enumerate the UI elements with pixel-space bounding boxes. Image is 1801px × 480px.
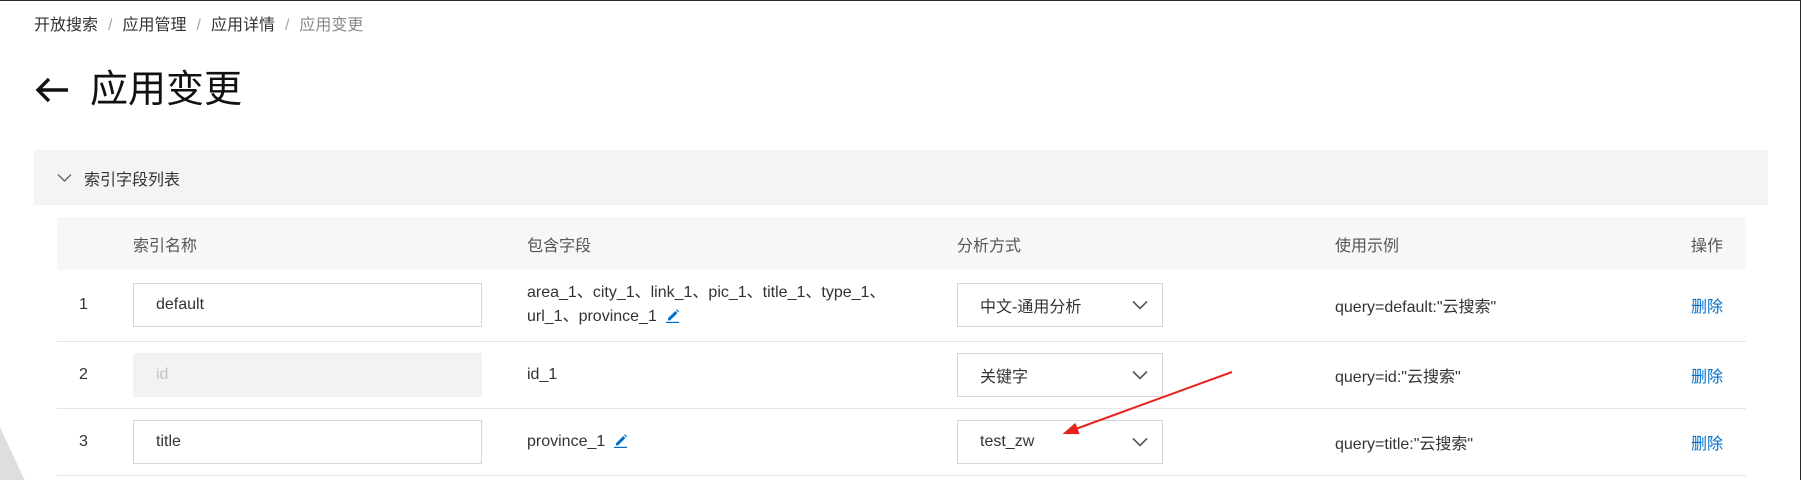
column-header-name: 索引名称 bbox=[133, 217, 527, 270]
pencil-icon[interactable] bbox=[665, 308, 680, 324]
breadcrumb-separator: / bbox=[196, 17, 201, 34]
index-name-cell bbox=[133, 408, 527, 476]
chevron-down-icon bbox=[1132, 437, 1148, 447]
column-header-action: 操作 bbox=[1691, 217, 1746, 270]
breadcrumb: 开放搜索 / 应用管理 / 应用详情 / 应用变更 bbox=[34, 16, 363, 36]
fields-line-with-edit: province_1 bbox=[527, 430, 957, 454]
breadcrumb-separator: / bbox=[108, 17, 113, 34]
action-cell: 删除 bbox=[1691, 341, 1746, 409]
fields-list: province_1 bbox=[527, 430, 957, 454]
breadcrumb-item-app-management[interactable]: 应用管理 bbox=[122, 17, 186, 34]
analyzer-select-value: 中文-通用分析 bbox=[980, 299, 1082, 317]
example-cell: query=title:"云搜索" bbox=[1335, 408, 1691, 476]
arrow-left-icon bbox=[35, 77, 68, 103]
column-header-index bbox=[57, 217, 133, 270]
page-header: 应用变更 bbox=[34, 68, 242, 112]
row-index: 2 bbox=[57, 341, 133, 409]
action-cell: 删除 bbox=[1691, 408, 1746, 476]
app-change-page: 开放搜索 / 应用管理 / 应用详情 / 应用变更 应用变更 索引字段列表 索引… bbox=[0, 0, 1801, 480]
analyzer-select-value: 关键字 bbox=[980, 368, 1029, 386]
index-name-cell bbox=[133, 270, 527, 342]
chevron-down-icon bbox=[57, 173, 72, 182]
panel-title: 索引字段列表 bbox=[84, 171, 181, 189]
chevron-down-icon bbox=[1132, 301, 1148, 310]
delete-button[interactable]: 删除 bbox=[1691, 369, 1723, 386]
index-fields-table: 索引名称 包含字段 分析方式 使用示例 操作 1 area_1、city_1、l… bbox=[57, 217, 1746, 476]
analyzer-select[interactable]: 关键字 bbox=[957, 352, 1163, 397]
index-name-input bbox=[133, 352, 482, 397]
fields-line: id_1 bbox=[527, 365, 558, 383]
action-cell: 删除 bbox=[1691, 270, 1746, 342]
delete-button[interactable]: 删除 bbox=[1691, 299, 1723, 316]
column-header-example: 使用示例 bbox=[1335, 217, 1691, 270]
index-name-cell bbox=[133, 341, 527, 409]
index-fields-panel-header[interactable]: 索引字段列表 bbox=[34, 150, 1768, 205]
chevron-down-icon bbox=[1132, 370, 1148, 380]
index-name-input[interactable] bbox=[133, 283, 482, 328]
pencil-icon[interactable] bbox=[613, 433, 628, 448]
breadcrumb-item-open-search[interactable]: 开放搜索 bbox=[34, 17, 98, 34]
page-title: 应用变更 bbox=[90, 69, 243, 111]
analyzer-cell: 中文-通用分析 bbox=[957, 270, 1335, 342]
fields-line: url_1、province_1 bbox=[527, 308, 657, 326]
delete-button[interactable]: 删除 bbox=[1691, 436, 1723, 453]
row-index: 1 bbox=[57, 270, 133, 342]
fields-list: area_1、city_1、link_1、pic_1、title_1、type_… bbox=[527, 281, 957, 329]
fields-cell: id_1 bbox=[527, 341, 957, 409]
breadcrumb-separator: / bbox=[284, 17, 290, 34]
corner-shadow bbox=[0, 427, 25, 480]
fields-cell: area_1、city_1、link_1、pic_1、title_1、type_… bbox=[527, 270, 957, 342]
table-row: 3 province_1 bbox=[57, 408, 1746, 476]
index-name-input[interactable] bbox=[133, 419, 482, 464]
fields-line: area_1、city_1、link_1、pic_1、title_1、type_… bbox=[527, 284, 886, 302]
fields-cell: province_1 bbox=[527, 408, 957, 476]
back-button[interactable] bbox=[34, 68, 70, 112]
analyzer-cell: test_zw bbox=[957, 408, 1335, 476]
column-header-analyzer: 分析方式 bbox=[957, 217, 1335, 270]
breadcrumb-item-app-detail[interactable]: 应用详情 bbox=[211, 17, 275, 34]
analyzer-cell: 关键字 bbox=[957, 341, 1335, 409]
table-header-row: 索引名称 包含字段 分析方式 使用示例 操作 bbox=[57, 217, 1746, 270]
row-index: 3 bbox=[57, 408, 133, 476]
example-cell: query=id:"云搜索" bbox=[1335, 341, 1691, 409]
example-cell: query=default:"云搜索" bbox=[1335, 270, 1691, 342]
table-row: 2 id_1 关键字 query=i bbox=[57, 341, 1746, 409]
fields-list: id_1 bbox=[527, 363, 957, 387]
analyzer-select[interactable]: test_zw bbox=[957, 419, 1163, 464]
table-row: 1 area_1、city_1、link_1、pic_1、title_1、typ… bbox=[57, 270, 1746, 342]
breadcrumb-item-current: 应用变更 bbox=[299, 17, 364, 34]
fields-line: province_1 bbox=[527, 432, 606, 450]
column-header-fields: 包含字段 bbox=[527, 217, 957, 270]
fields-line-with-edit: url_1、province_1 bbox=[527, 305, 957, 329]
analyzer-select-value: test_zw bbox=[980, 432, 1035, 450]
analyzer-select[interactable]: 中文-通用分析 bbox=[957, 283, 1163, 328]
